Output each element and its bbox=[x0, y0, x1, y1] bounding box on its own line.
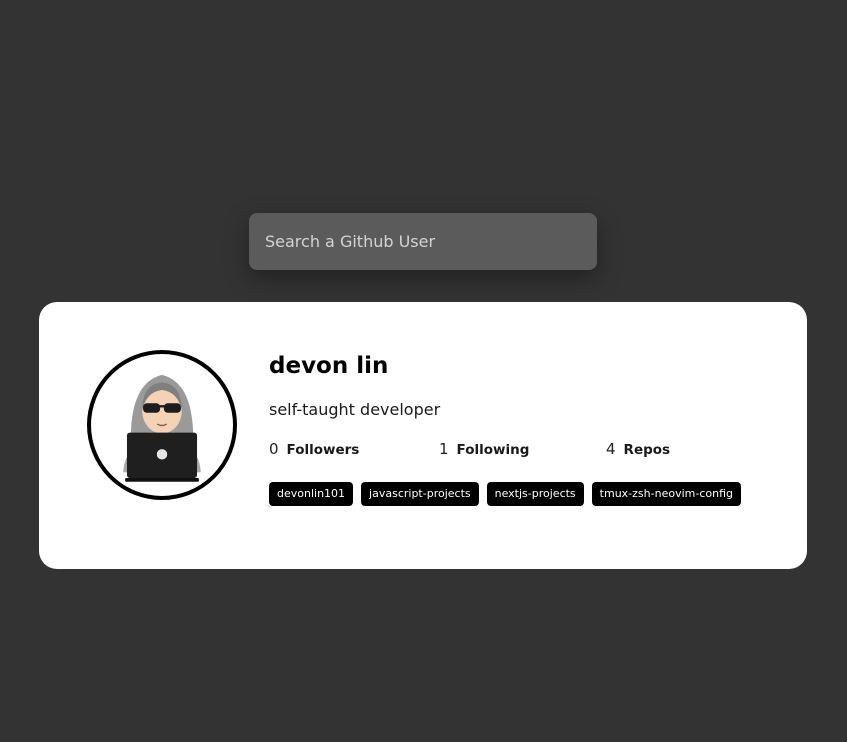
stat-repos: 4 Repos bbox=[606, 440, 670, 458]
search-box[interactable] bbox=[249, 213, 597, 270]
user-name: devon lin bbox=[269, 353, 389, 379]
followers-label: Followers bbox=[286, 442, 360, 458]
user-bio: self-taught developer bbox=[269, 400, 441, 419]
following-count: 1 bbox=[439, 440, 449, 458]
user-stats: 0 Followers 1 Following 4 Repos bbox=[269, 440, 769, 460]
user-card: devon lin self-taught developer 0 Follow… bbox=[39, 302, 807, 569]
stat-following: 1 Following bbox=[439, 440, 529, 458]
followers-count: 0 bbox=[269, 440, 279, 458]
repo-tag-devonlin101[interactable]: devonlin101 bbox=[269, 482, 354, 506]
repos-count: 4 bbox=[606, 440, 616, 458]
stat-followers: 0 Followers bbox=[269, 440, 359, 458]
repo-tag-nextjs-projects[interactable]: nextjs-projects bbox=[486, 482, 584, 506]
repos-label: Repos bbox=[623, 442, 671, 458]
search-input[interactable] bbox=[249, 213, 597, 270]
following-label: Following bbox=[456, 442, 530, 458]
repo-list: devonlin101 javascript-projects nextjs-p… bbox=[269, 482, 769, 506]
avatar bbox=[87, 350, 237, 500]
profile-info: devon lin self-taught developer 0 Follow… bbox=[269, 350, 769, 506]
repo-tag-javascript-projects[interactable]: javascript-projects bbox=[361, 482, 479, 506]
hooded-hacker-laptop-icon bbox=[123, 374, 201, 482]
repo-tag-tmux-zsh-neovim-config[interactable]: tmux-zsh-neovim-config bbox=[591, 482, 741, 506]
